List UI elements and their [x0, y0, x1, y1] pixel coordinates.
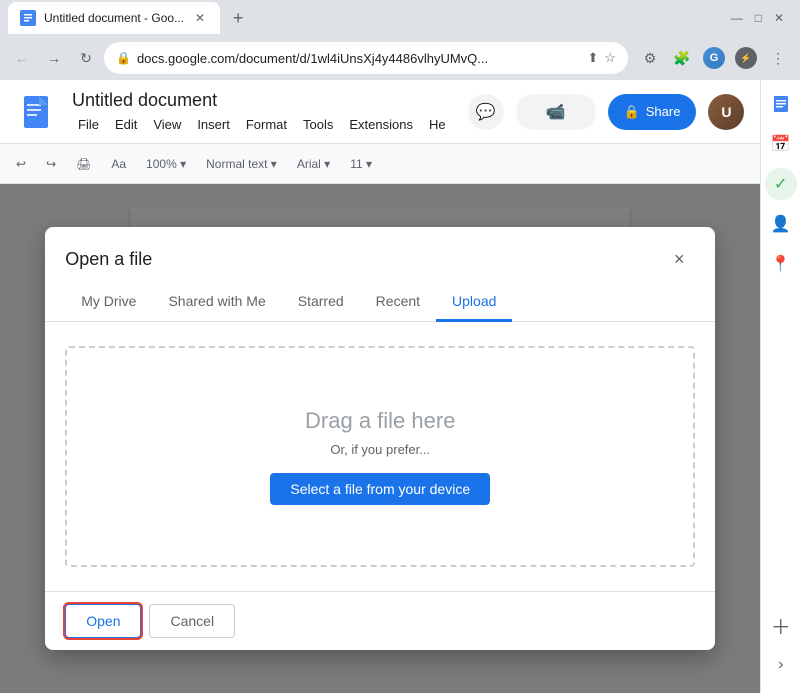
- menu-extensions[interactable]: Extensions: [343, 115, 419, 134]
- doc-title[interactable]: Untitled document: [72, 90, 452, 111]
- browser-toolbar: ⚙ 🧩 G ⚡ ⋮: [632, 44, 792, 72]
- forward-button[interactable]: →: [40, 44, 68, 72]
- maximize-button[interactable]: □: [755, 11, 762, 25]
- undo-button[interactable]: ↩: [8, 153, 34, 175]
- drop-zone-title: Drag a file here: [305, 408, 455, 434]
- meet-button[interactable]: 📹: [516, 94, 596, 130]
- close-window-button[interactable]: ✕: [774, 11, 784, 25]
- dialog-footer: Open Cancel: [45, 591, 715, 650]
- tab-starred[interactable]: Starred: [282, 283, 360, 322]
- dialog-header: Open a file ×: [45, 227, 715, 275]
- menu-help[interactable]: He: [423, 115, 452, 134]
- zoom-select[interactable]: 100% ▾: [138, 153, 194, 175]
- url-text: docs.google.com/document/d/1wl4iUnsXj4y4…: [137, 51, 581, 66]
- sidebar-add-icon[interactable]: ＋: [765, 609, 797, 641]
- tab-shared-with-me[interactable]: Shared with Me: [152, 283, 281, 322]
- share-label: Share: [646, 104, 681, 119]
- tab-recent[interactable]: Recent: [360, 283, 436, 322]
- url-icons: ⬆ ☆: [587, 50, 616, 66]
- comments-button[interactable]: 💬: [468, 94, 504, 130]
- extensions-icon[interactable]: ⚙: [636, 44, 664, 72]
- speed-icon[interactable]: ⚡: [732, 44, 760, 72]
- docs-toolbar-right: 💬 📹 🔒 Share U: [468, 94, 745, 130]
- open-file-dialog: Open a file × My Drive Shared with Me St…: [45, 227, 715, 650]
- tab-title: Untitled document - Goo...: [44, 11, 184, 25]
- user-avatar[interactable]: U: [708, 94, 744, 130]
- print-button[interactable]: 🖨: [68, 153, 99, 175]
- lock-icon: 🔒: [116, 51, 131, 65]
- sidebar-expand-icon[interactable]: ›: [765, 649, 797, 681]
- sidebar-maps-icon[interactable]: 📍: [765, 248, 797, 280]
- reload-button[interactable]: ↻: [72, 44, 100, 72]
- drop-zone-subtitle: Or, if you prefer...: [330, 442, 430, 457]
- sidebar-docs-icon[interactable]: [765, 88, 797, 120]
- minimize-button[interactable]: —: [731, 11, 743, 25]
- title-bar: Untitled document - Goo... ✕ + — □ ✕: [0, 0, 800, 36]
- menu-insert[interactable]: Insert: [191, 115, 236, 134]
- menu-edit[interactable]: Edit: [109, 115, 143, 134]
- open-button[interactable]: Open: [65, 604, 141, 638]
- select-file-button[interactable]: Select a file from your device: [270, 473, 490, 505]
- tab-close-button[interactable]: ✕: [192, 10, 208, 26]
- docs-top-bar: Untitled document File Edit View Insert …: [0, 80, 760, 144]
- style-select[interactable]: Normal text ▾: [198, 153, 285, 175]
- browser-frame: Untitled document - Goo... ✕ + — □ ✕ ← →…: [0, 0, 800, 693]
- docs-content: Open a file × My Drive Shared with Me St…: [0, 184, 760, 693]
- menu-format[interactable]: Format: [240, 115, 293, 134]
- drop-zone[interactable]: Drag a file here Or, if you prefer... Se…: [65, 346, 695, 567]
- url-bar[interactable]: 🔒 docs.google.com/document/d/1wl4iUnsXj4…: [104, 42, 628, 74]
- dialog-title: Open a file: [65, 249, 152, 270]
- share-button[interactable]: 🔒 Share: [608, 94, 697, 130]
- sidebar-calendar-icon[interactable]: 📅: [765, 128, 797, 160]
- menu-tools[interactable]: Tools: [297, 115, 339, 134]
- spellcheck-button[interactable]: Aa: [103, 153, 134, 175]
- more-menu-icon[interactable]: ⋮: [764, 44, 792, 72]
- content-area: Untitled document File Edit View Insert …: [0, 80, 800, 693]
- tab-favicon: [20, 10, 36, 26]
- menu-view[interactable]: View: [147, 115, 187, 134]
- address-bar: ← → ↻ 🔒 docs.google.com/document/d/1wl4i…: [0, 36, 800, 80]
- sidebar-tasks-icon[interactable]: ✓: [765, 168, 797, 200]
- tab-my-drive[interactable]: My Drive: [65, 283, 152, 322]
- docs-format-bar: ↩ ↪ 🖨 Aa 100% ▾ Normal text ▾ Arial ▾ 11…: [0, 144, 760, 184]
- right-sidebar: 📅 ✓ 👤 📍 ＋ ›: [760, 80, 800, 693]
- new-tab-button[interactable]: +: [224, 4, 252, 32]
- dialog-close-button[interactable]: ×: [663, 243, 695, 275]
- font-size[interactable]: 11 ▾: [342, 153, 380, 175]
- back-button[interactable]: ←: [8, 44, 36, 72]
- font-select[interactable]: Arial ▾: [289, 153, 338, 175]
- share-url-icon[interactable]: ⬆: [587, 50, 598, 66]
- share-lock-icon: 🔒: [624, 104, 640, 120]
- meet-icon: 📹: [546, 102, 566, 122]
- tab-upload[interactable]: Upload: [436, 283, 512, 322]
- menu-file[interactable]: File: [72, 115, 105, 134]
- sidebar-contacts-icon[interactable]: 👤: [765, 208, 797, 240]
- cancel-button[interactable]: Cancel: [149, 604, 235, 638]
- docs-title-area: Untitled document File Edit View Insert …: [72, 90, 452, 134]
- dialog-content: Drag a file here Or, if you prefer... Se…: [45, 322, 715, 591]
- profile-icon[interactable]: G: [700, 44, 728, 72]
- dialog-tabs: My Drive Shared with Me Starred Recent U…: [45, 283, 715, 322]
- puzzle-icon[interactable]: 🧩: [668, 44, 696, 72]
- docs-logo: [16, 92, 56, 132]
- window-controls: — □ ✕: [731, 11, 792, 25]
- redo-button[interactable]: ↪: [38, 153, 64, 175]
- bookmark-icon[interactable]: ☆: [604, 50, 616, 66]
- docs-menu: File Edit View Insert Format Tools Exten…: [72, 115, 452, 134]
- modal-overlay: Open a file × My Drive Shared with Me St…: [0, 184, 760, 693]
- docs-area: Untitled document File Edit View Insert …: [0, 80, 760, 693]
- active-tab[interactable]: Untitled document - Goo... ✕: [8, 2, 220, 34]
